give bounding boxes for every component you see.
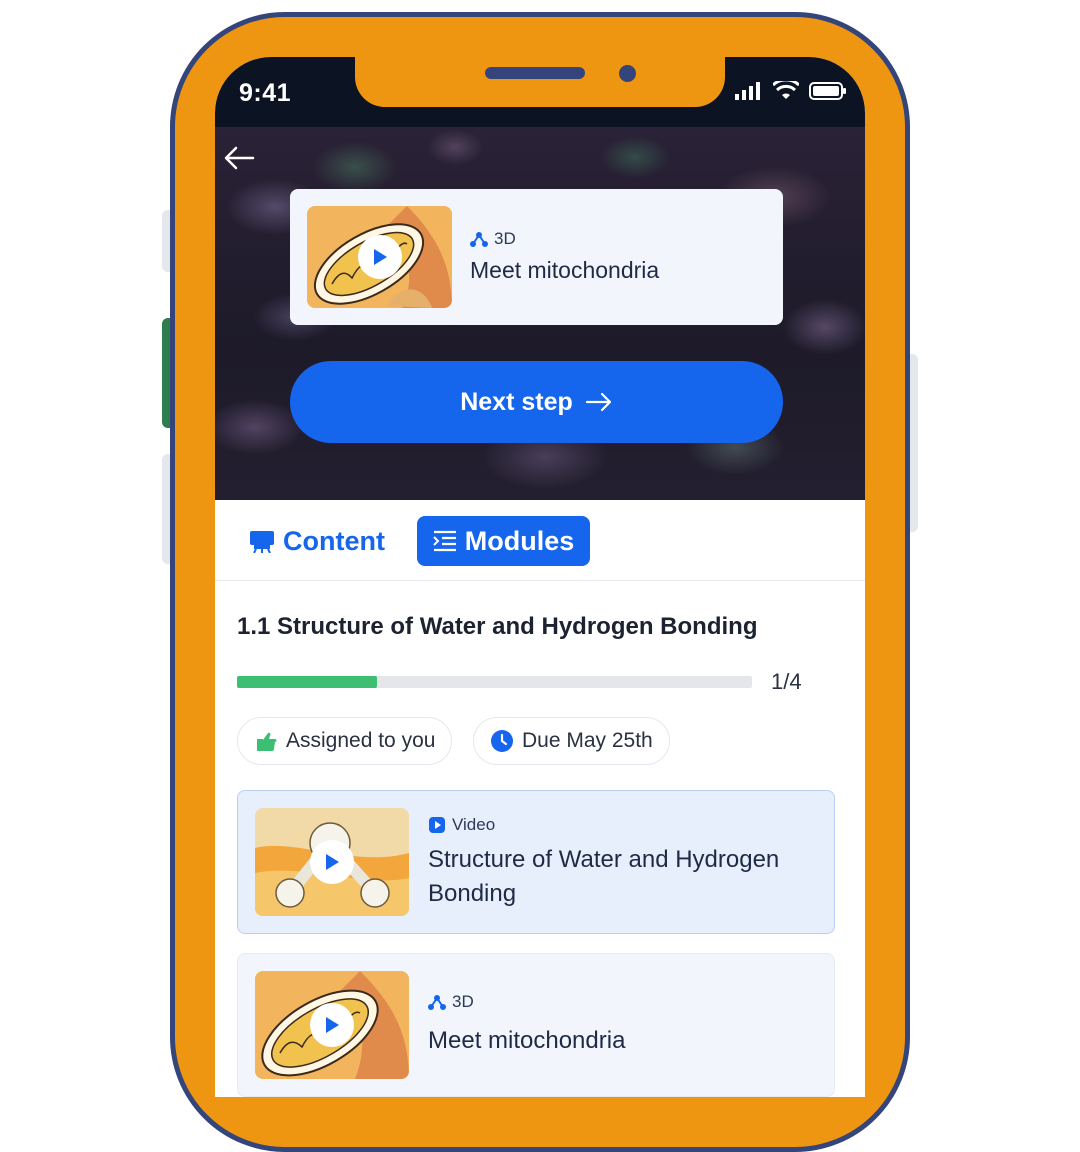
status-time: 9:41 [239,79,292,107]
status-icons [735,81,847,101]
back-arrow-icon[interactable] [223,145,259,175]
due-date-label: Due May 25th [522,729,653,752]
clock-icon [491,730,513,752]
assigned-label: Assigned to you [286,729,436,752]
assigned-chip: Assigned to you [237,717,453,765]
3d-molecule-icon [428,995,446,1010]
progress-bar [237,676,752,688]
status-bar: 9:41 [215,57,865,127]
3d-molecule-icon [470,232,488,247]
tab-content[interactable]: Content [249,516,385,566]
mitochondria-thumbnail [307,206,452,308]
list-item[interactable]: Video Structure of Water and Hydrogen Bo… [237,790,835,934]
hero-banner: 3D Meet mitochondria Next step [215,127,865,500]
module-title: 1.1 Structure of Water and Hydrogen Bond… [237,613,758,640]
tab-modules-label: Modules [464,525,575,556]
mitochondria-thumbnail [255,971,409,1079]
assign-hand-icon [257,732,277,751]
content-icon [250,531,274,553]
front-camera [619,65,636,82]
content-type-tag: 3D [470,229,659,249]
featured-title: Meet mitochondria [470,257,660,283]
list-item-title: Meet mitochondria [428,1027,626,1054]
video-play-icon [429,817,445,833]
phone-screen: 9:41 3D Meet mitochondria Next step Cont… [215,57,865,1097]
list-item[interactable]: 3D Meet mitochondria [237,953,835,1097]
content-type-label: 3D [452,992,474,1011]
play-icon[interactable] [358,235,402,279]
content-type-label: 3D [494,229,516,248]
speaker [485,67,585,79]
content-type-tag: 3D [428,992,474,1012]
next-step-label: Next step [460,387,573,416]
signal-icon [735,82,760,100]
tab-modules[interactable]: Modules [417,516,590,566]
featured-content-card[interactable]: 3D Meet mitochondria [290,189,783,325]
tab-bar: Content Modules [215,500,865,581]
list-item-title: Structure of Water and Hydrogen Bonding [428,846,780,907]
progress-count: 1/4 [771,669,802,694]
arrow-right-icon [585,392,611,412]
progress-fill [237,676,378,688]
due-date-chip: Due May 25th [473,717,670,765]
water-molecule-thumbnail [255,808,409,916]
notch [355,57,725,107]
next-step-button[interactable]: Next step [290,361,783,443]
content-type-label: Video [452,815,496,834]
wifi-icon [773,81,799,99]
play-icon[interactable] [310,840,354,884]
list-icon [433,530,456,552]
tab-content-label: Content [283,525,385,556]
battery-icon [809,82,846,100]
play-icon[interactable] [310,1003,354,1047]
content-type-tag: Video [428,815,495,835]
